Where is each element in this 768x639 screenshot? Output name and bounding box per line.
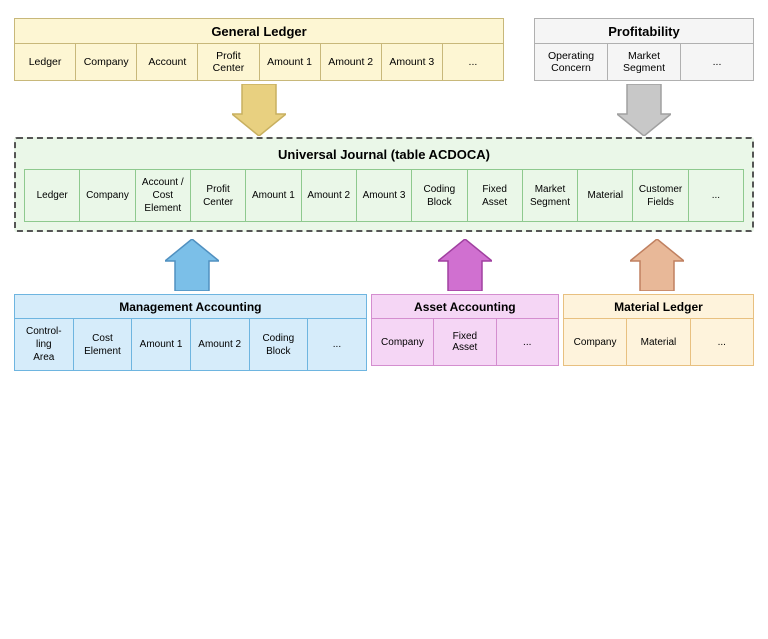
management-accounting-box: Management Accounting Control-lingArea C…: [14, 294, 367, 371]
universal-journal-title: Universal Journal (table ACDOCA): [24, 147, 744, 162]
management-accounting-title: Management Accounting: [15, 295, 366, 319]
uj-col-coding-block: CodingBlock: [412, 170, 467, 221]
ma-col-ellipsis: ...: [308, 319, 366, 370]
arrows-down-row: [14, 83, 754, 137]
top-row: General Ledger Ledger Company Account Pr…: [14, 18, 754, 81]
gl-col-company: Company: [76, 44, 137, 80]
uj-col-amount3: Amount 3: [357, 170, 412, 221]
prof-col-market-segment: MarketSegment: [608, 44, 681, 80]
asset-accounting-title: Asset Accounting: [372, 295, 558, 319]
uj-col-ledger: Ledger: [25, 170, 80, 221]
aa-col-fixed-asset: FixedAsset: [434, 319, 496, 365]
gl-col-account: Account: [137, 44, 198, 80]
ma-col-controlling-area: Control-lingArea: [15, 319, 74, 370]
ma-col-coding-block: CodingBlock: [250, 319, 309, 370]
management-accounting-columns: Control-lingArea CostElement Amount 1 Am…: [15, 319, 366, 370]
uj-col-market-segment: MarketSegment: [523, 170, 578, 221]
profitability-columns: OperatingConcern MarketSegment ...: [535, 44, 753, 80]
ma-arrow-up: [14, 239, 370, 291]
uj-col-ellipsis: ...: [689, 170, 743, 221]
aa-arrow-up: [370, 239, 560, 291]
general-ledger-box: General Ledger Ledger Company Account Pr…: [14, 18, 504, 81]
asset-accounting-box: Asset Accounting Company FixedAsset ...: [371, 294, 559, 366]
material-ledger-box: Material Ledger Company Material ...: [563, 294, 754, 366]
gl-col-amount1: Amount 1: [260, 44, 321, 80]
profitability-title: Profitability: [535, 19, 753, 44]
ma-col-amount2: Amount 2: [191, 319, 250, 370]
gl-down-arrow-icon: [232, 84, 286, 136]
material-ledger-title: Material Ledger: [564, 295, 753, 319]
uj-col-fixed-asset: FixedAsset: [468, 170, 523, 221]
general-ledger-title: General Ledger: [15, 19, 503, 44]
uj-col-profit-center: ProfitCenter: [191, 170, 246, 221]
gl-col-ledger: Ledger: [15, 44, 76, 80]
gl-col-amount2: Amount 2: [321, 44, 382, 80]
ml-col-material: Material: [627, 319, 690, 365]
universal-journal-box: Universal Journal (table ACDOCA) Ledger …: [14, 137, 754, 232]
gl-col-profit-center: ProfitCenter: [198, 44, 259, 80]
uj-col-amount2: Amount 2: [302, 170, 357, 221]
aa-col-ellipsis: ...: [497, 319, 558, 365]
prof-arrow-down: [534, 84, 754, 136]
uj-col-account-cost: Account /CostElement: [136, 170, 191, 221]
universal-journal-columns: Ledger Company Account /CostElement Prof…: [24, 169, 744, 222]
aa-up-arrow-icon: [438, 239, 492, 291]
profitability-box: Profitability OperatingConcern MarketSeg…: [534, 18, 754, 81]
aa-col-company: Company: [372, 319, 434, 365]
uj-col-amount1: Amount 1: [246, 170, 301, 221]
arrows-up-row: [14, 236, 754, 294]
diagram-container: General Ledger Ledger Company Account Pr…: [0, 0, 768, 639]
general-ledger-columns: Ledger Company Account ProfitCenter Amou…: [15, 44, 503, 80]
prof-col-ellipsis: ...: [681, 44, 753, 80]
ml-arrow-up: [560, 239, 754, 291]
gl-col-amount3: Amount 3: [382, 44, 443, 80]
ma-col-amount1: Amount 1: [132, 319, 191, 370]
ma-col-cost-element: CostElement: [74, 319, 133, 370]
gl-col-ellipsis: ...: [443, 44, 503, 80]
material-ledger-columns: Company Material ...: [564, 319, 753, 365]
ma-up-arrow-icon: [165, 239, 219, 291]
bottom-row: Management Accounting Control-lingArea C…: [14, 294, 754, 371]
gl-arrow-down: [14, 84, 504, 136]
prof-down-arrow-icon: [617, 84, 671, 136]
prof-col-operating-concern: OperatingConcern: [535, 44, 608, 80]
ml-up-arrow-icon: [630, 239, 684, 291]
uj-col-company: Company: [80, 170, 135, 221]
uj-col-material: Material: [578, 170, 633, 221]
ml-col-ellipsis: ...: [691, 319, 753, 365]
ml-col-company: Company: [564, 319, 627, 365]
uj-col-customer-fields: CustomerFields: [633, 170, 688, 221]
asset-accounting-columns: Company FixedAsset ...: [372, 319, 558, 365]
